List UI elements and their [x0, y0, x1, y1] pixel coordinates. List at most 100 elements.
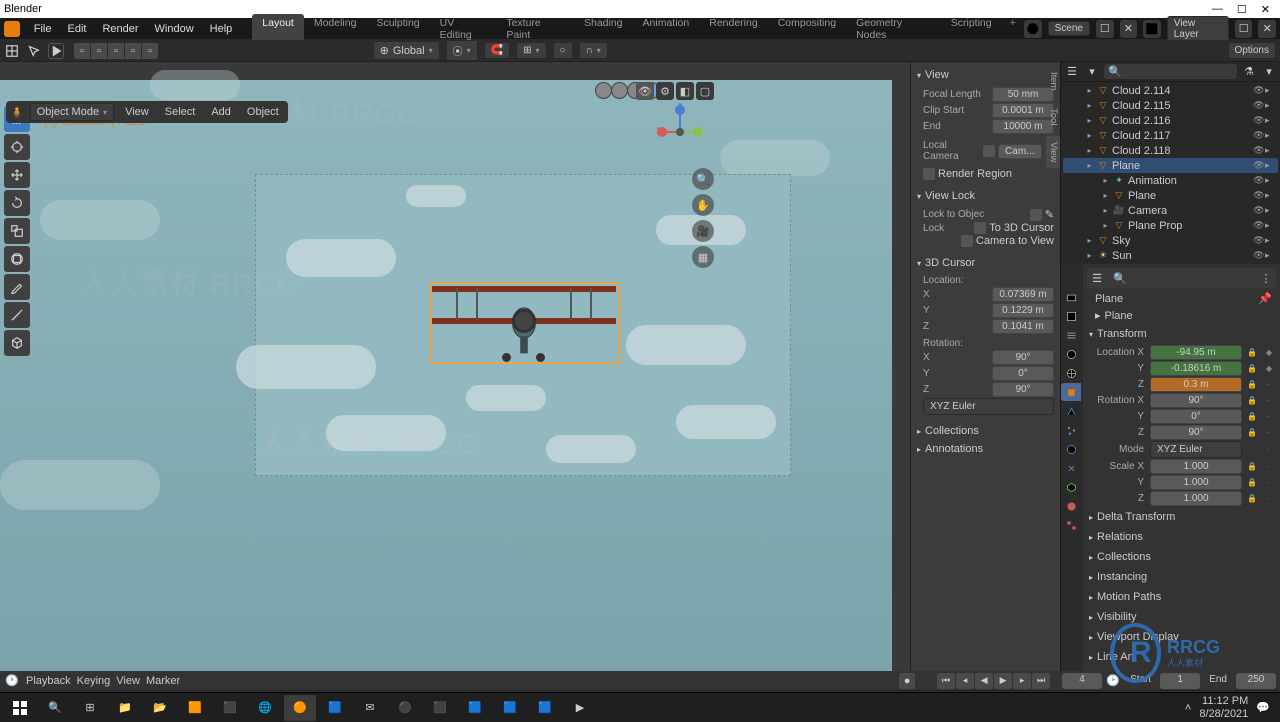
annotate-tool[interactable] [4, 274, 30, 300]
outliner-filter-icon[interactable]: ⚗ [1241, 64, 1257, 80]
autokey-toggle-icon[interactable]: ● [899, 673, 915, 689]
navigation-gizmo[interactable]: Z X Y [652, 104, 708, 163]
timeline-menu-view[interactable]: View [116, 675, 140, 687]
outliner-new-collection-icon[interactable]: ▾ [1261, 64, 1277, 80]
tab-shading[interactable]: Shading [574, 14, 633, 44]
location-z-field[interactable]: 0.3 m [1150, 377, 1242, 392]
close-button[interactable]: ✕ [1261, 3, 1270, 16]
overlay-toggle-icon[interactable]: ◧ [676, 82, 694, 100]
select-mode-3-icon[interactable]: ▫ [108, 43, 124, 59]
keyframe-prev-button[interactable]: ◂ [956, 673, 974, 689]
pivot-dropdown[interactable]: ⦿▾ [446, 40, 478, 61]
folder-icon[interactable]: 📂 [144, 695, 176, 721]
location-y-field[interactable]: -0.18616 m [1150, 361, 1242, 376]
outliner-item-animation[interactable]: ▸Animation👁▸ [1063, 173, 1278, 188]
panel-instancing-header[interactable]: Instancing [1087, 567, 1276, 587]
scale-x-field[interactable]: 1.000 [1150, 459, 1242, 474]
panel-collections-header[interactable]: Collections [1087, 547, 1276, 567]
tab-layout[interactable]: Layout [252, 14, 304, 44]
keyframe-icon[interactable]: · [1262, 445, 1276, 454]
header-menu-object[interactable]: Object [242, 104, 284, 120]
photoshop-icon[interactable]: 🟦 [494, 695, 526, 721]
eye-icon[interactable]: 👁 [1253, 85, 1264, 96]
prop-tab-texture[interactable] [1061, 516, 1081, 534]
disable-icon[interactable]: ▸ [1265, 160, 1276, 171]
new-viewlayer-button[interactable]: ☐ [1235, 20, 1253, 38]
prop-tab-modifier[interactable] [1061, 402, 1081, 420]
minimize-button[interactable]: — [1212, 3, 1223, 16]
keyframe-icon[interactable]: · [1262, 462, 1276, 471]
menu-window[interactable]: Window [147, 21, 202, 37]
rotation-mode-dropdown[interactable]: XYZ Euler [1150, 441, 1242, 458]
lock-icon[interactable]: 🔒 [1245, 396, 1259, 405]
cursor-tool-icon[interactable] [26, 43, 42, 59]
move-tool[interactable] [4, 162, 30, 188]
menu-help[interactable]: Help [202, 21, 241, 37]
media-player-icon[interactable]: ▶ [564, 695, 596, 721]
location-x-field[interactable]: -94.95 m [1150, 345, 1242, 360]
prop-tab-particles[interactable] [1061, 421, 1081, 439]
outliner-item-plane[interactable]: ▸Plane👁▸ [1063, 188, 1278, 203]
frame-end-field[interactable]: 250 [1236, 673, 1276, 689]
photoshop2-icon[interactable]: 🟦 [529, 695, 561, 721]
local-camera-field[interactable]: Cam... [998, 144, 1042, 159]
eye-icon[interactable]: 👁 [1253, 205, 1264, 216]
lock-icon[interactable]: 🔒 [1245, 462, 1259, 471]
xray-toggle-icon[interactable]: ▢ [696, 82, 714, 100]
app-icon-1[interactable]: 🟧 [179, 695, 211, 721]
keyframe-next-button[interactable]: ▸ [1013, 673, 1031, 689]
prop-editor-icon[interactable]: ☰ [1089, 270, 1105, 286]
notification-icon[interactable]: 💬 [1256, 701, 1270, 714]
cursor-rot-z-field[interactable]: 90° [992, 382, 1054, 397]
panel-motion-paths-header[interactable]: Motion Paths [1087, 587, 1276, 607]
header-menu-view[interactable]: View [120, 104, 154, 120]
eye-icon[interactable]: 👁 [1253, 160, 1264, 171]
prop-tab-object[interactable] [1061, 383, 1081, 401]
app-icon-3[interactable]: ⬛ [424, 695, 456, 721]
tab-sculpting[interactable]: Sculpting [366, 14, 429, 44]
tab-scripting[interactable]: Scripting [941, 14, 1002, 44]
lock-icon[interactable]: 🔒 [1245, 428, 1259, 437]
outliner-item-camera[interactable]: ▸Camera👁▸ [1063, 203, 1278, 218]
outliner-display-mode-icon[interactable]: ▾ [1084, 64, 1100, 80]
start-button[interactable] [4, 695, 36, 721]
task-view-icon[interactable]: ⊞ [74, 695, 106, 721]
select-mode-4-icon[interactable]: ▫ [125, 43, 141, 59]
clip-start-field[interactable]: 0.0001 m [992, 103, 1054, 118]
cursor-loc-z-field[interactable]: 0.1041 m [992, 319, 1054, 334]
outliner-item-sky[interactable]: ▸Sky👁▸ [1063, 233, 1278, 248]
delete-viewlayer-button[interactable]: ✕ [1258, 20, 1276, 38]
rotation-x-field[interactable]: 90° [1150, 393, 1242, 408]
to-3dcursor-checkbox[interactable] [974, 222, 986, 234]
mail-icon[interactable]: ✉ [354, 695, 386, 721]
disable-icon[interactable]: ▸ [1265, 130, 1276, 141]
current-frame-field[interactable]: 4 [1062, 673, 1102, 689]
panel-view-header[interactable]: View [915, 66, 1056, 84]
search-taskbar-icon[interactable]: 🔍 [39, 695, 71, 721]
scale-tool[interactable] [4, 218, 30, 244]
tab-modeling[interactable]: Modeling [304, 14, 367, 44]
header-menu-add[interactable]: Add [206, 104, 236, 120]
transform-orientation-dropdown[interactable]: ⊕ Global ▾ [373, 41, 440, 60]
scale-y-field[interactable]: 1.000 [1150, 475, 1242, 490]
lock-icon[interactable]: 🔒 [1245, 494, 1259, 503]
viewport-canvas[interactable] [0, 80, 892, 671]
play-reverse-button[interactable]: ◀ [975, 673, 993, 689]
disable-icon[interactable]: ▸ [1265, 100, 1276, 111]
properties-search-input[interactable]: 🔍 [1109, 271, 1254, 286]
play-icon[interactable] [48, 43, 64, 59]
header-menu-select[interactable]: Select [160, 104, 201, 120]
tab-rendering[interactable]: Rendering [699, 14, 767, 44]
object-mode-dropdown[interactable]: Object Mode▾ [30, 103, 114, 121]
select-mode-1-icon[interactable]: ▫ [74, 43, 90, 59]
jump-start-button[interactable]: ⏮ [937, 673, 955, 689]
pan-hand-icon[interactable]: ✋ [692, 194, 714, 216]
keyframe-icon[interactable]: · [1262, 494, 1276, 503]
viewlayer-browse-icon[interactable] [1143, 20, 1161, 38]
lock-icon[interactable]: 🔒 [1245, 380, 1259, 389]
proportional-edit-toggle[interactable]: ○ [553, 42, 573, 59]
panel-collections-header[interactable]: Collections [915, 422, 1056, 440]
viewlayer-name-field[interactable]: View Layer [1167, 16, 1229, 42]
disable-icon[interactable]: ▸ [1265, 205, 1276, 216]
tab-compositing[interactable]: Compositing [768, 14, 846, 44]
